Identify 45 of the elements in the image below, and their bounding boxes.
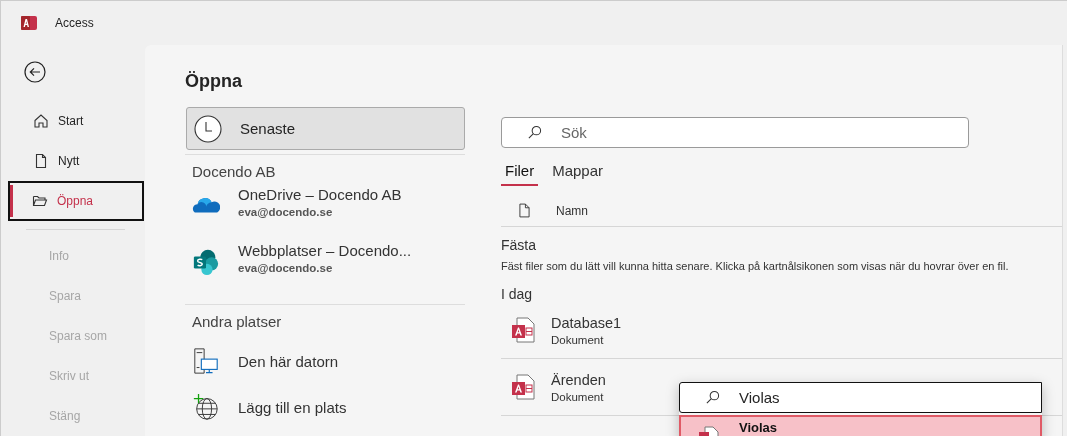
computer-icon bbox=[192, 347, 220, 375]
globe-add-icon bbox=[192, 393, 220, 421]
account-email: eva@docendo.se bbox=[238, 206, 334, 218]
nav-item[interactable]: Öppna bbox=[8, 181, 144, 221]
file-name: Database1 bbox=[551, 314, 622, 331]
database-file-icon bbox=[511, 374, 535, 400]
place-item[interactable]: Lägg till en plats bbox=[185, 384, 465, 430]
group-heading: I dag bbox=[501, 286, 534, 302]
place-name: Lägg till en plats bbox=[238, 398, 347, 416]
database-file-icon bbox=[697, 425, 721, 436]
app-logo-icon bbox=[21, 15, 37, 31]
column-header[interactable]: Namn bbox=[556, 203, 588, 218]
pinned-hint: Fäst filer som du lätt vill kunna hitta senare. Klicka på kartnålsikonen som visas när du hovrar över en fil. bbox=[501, 260, 1010, 272]
group-heading: Fästa bbox=[501, 237, 537, 253]
file-icon bbox=[519, 203, 530, 218]
tab[interactable]: Filer bbox=[501, 160, 539, 186]
back-button[interactable] bbox=[24, 61, 46, 83]
nav-item[interactable]: Nytt bbox=[8, 141, 144, 181]
file-type: Dokument bbox=[551, 390, 605, 403]
search-input-field[interactable]: Violas bbox=[679, 382, 1042, 413]
place-name: OneDrive – Docendo AB bbox=[238, 186, 402, 203]
tab[interactable]: Mappar bbox=[548, 160, 608, 186]
recent-button[interactable]: Senaste bbox=[186, 107, 465, 150]
database-file-icon bbox=[511, 317, 535, 343]
place-name: Den här datorn bbox=[238, 352, 339, 370]
section-heading: Docendo AB bbox=[192, 163, 277, 180]
folder-icon bbox=[32, 193, 48, 209]
nav-item[interactable]: Start bbox=[8, 101, 144, 141]
section-heading: Andra platser bbox=[192, 313, 283, 330]
file-name: Ärenden bbox=[551, 371, 606, 388]
file-type: Dokument bbox=[551, 333, 605, 346]
search-field[interactable]: Sök bbox=[501, 117, 969, 148]
suggestion-item[interactable]: Violas bbox=[679, 415, 1042, 436]
document-icon bbox=[33, 153, 49, 169]
file-row[interactable]: Database1 Dokument bbox=[501, 302, 1062, 359]
clock-icon bbox=[194, 114, 222, 143]
app-title: Access bbox=[55, 16, 94, 30]
place-name: Webbplatser – Docendo... bbox=[238, 242, 412, 259]
search-icon bbox=[527, 125, 542, 140]
search-icon bbox=[705, 390, 720, 405]
place-item[interactable]: Den här datorn bbox=[185, 338, 465, 384]
account-email: eva@docendo.se bbox=[238, 262, 334, 274]
page-title: Öppna bbox=[185, 71, 243, 92]
sharepoint-icon bbox=[192, 248, 220, 276]
home-icon bbox=[33, 113, 49, 129]
